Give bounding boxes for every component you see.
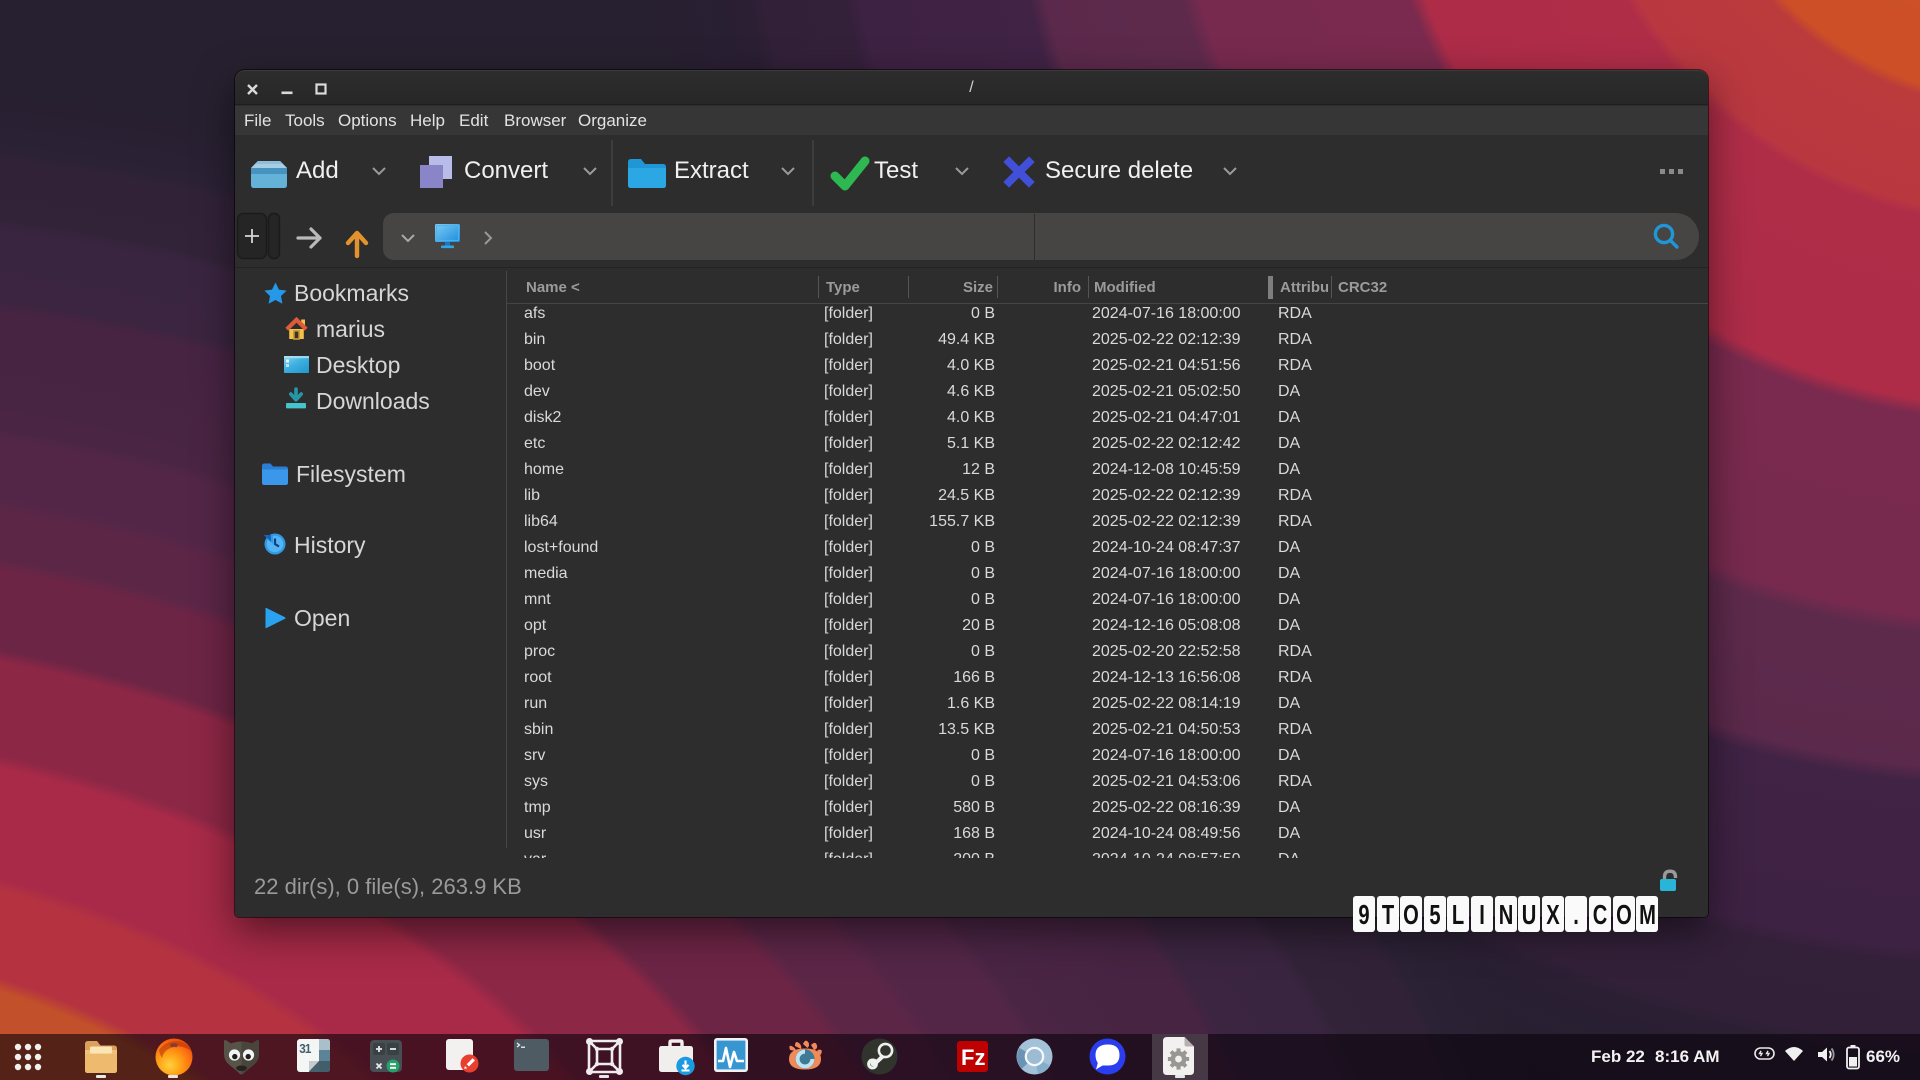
svg-text:31: 31 (299, 1041, 311, 1056)
svg-text:Fz: Fz (961, 1045, 985, 1070)
